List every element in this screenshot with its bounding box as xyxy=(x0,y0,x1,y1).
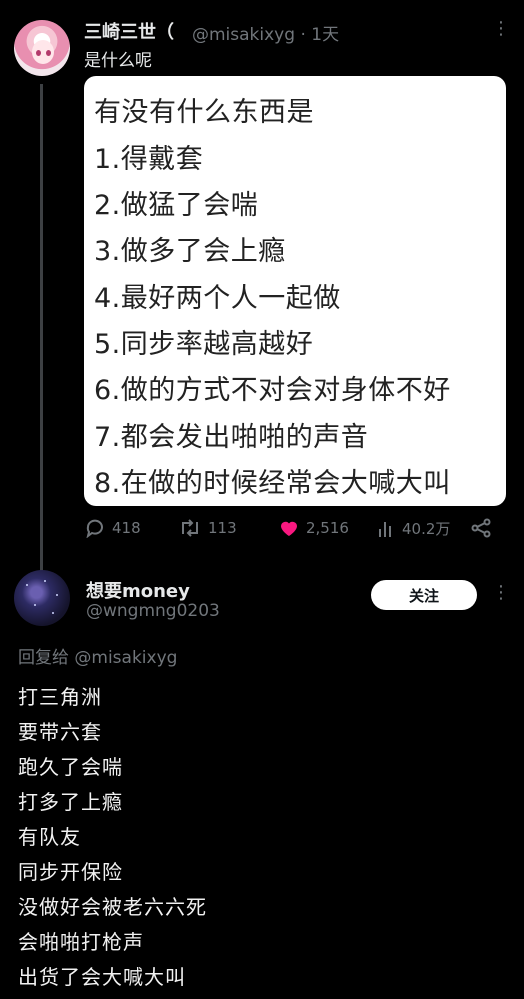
reply-count: 418 xyxy=(112,519,141,537)
reply-text-line: 会啪啪打枪声 xyxy=(18,930,144,954)
reply-author-name[interactable]: 想要money xyxy=(86,577,190,603)
image-text-line: 7.都会发出啪啪的声音 xyxy=(94,422,369,453)
reply-text-line: 打多了上瘾 xyxy=(18,790,123,814)
post-actions: 418 113 2,516 40.2万 xyxy=(84,518,494,544)
like-count: 2,516 xyxy=(306,519,349,537)
heart-icon xyxy=(281,521,297,536)
replying-to[interactable]: 回复给 @misakixyg xyxy=(18,643,177,668)
more-options-icon[interactable]: ⋮ xyxy=(492,18,510,39)
author-handle-time[interactable]: @misakixyg · 1天 xyxy=(192,20,339,45)
share-action[interactable] xyxy=(470,518,492,538)
repost-icon xyxy=(182,519,198,537)
repost-count: 113 xyxy=(208,519,237,537)
post-text: 是什么呢 xyxy=(84,51,152,71)
image-text-line: 4.最好两个人一起做 xyxy=(94,283,341,314)
image-text-line: 2.做猛了会喘 xyxy=(94,190,259,221)
reply-icon xyxy=(86,519,103,538)
thread-line xyxy=(40,84,43,574)
views-count: 40.2万 xyxy=(402,520,451,538)
views-action[interactable]: 40.2万 xyxy=(376,518,450,539)
image-text-line: 5.同步率越高越好 xyxy=(94,329,314,360)
reply-text-line: 没做好会被老六六死 xyxy=(18,895,207,919)
reply-text-line: 要带六套 xyxy=(18,720,102,744)
post-image[interactable]: 有没有什么东西是 1.得戴套 2.做猛了会喘 3.做多了会上瘾 4.最好两个人一… xyxy=(84,76,506,506)
like-action[interactable]: 2,516 xyxy=(278,518,349,538)
reply-more-options-icon[interactable]: ⋮ xyxy=(492,582,510,603)
image-text-line: 有没有什么东西是 xyxy=(94,97,314,128)
views-icon xyxy=(379,521,391,537)
author-avatar[interactable] xyxy=(14,20,70,76)
author-name[interactable]: 三崎三世（ xyxy=(84,18,174,44)
share-icon xyxy=(471,518,491,538)
reply-author-handle[interactable]: @wngmng0203 xyxy=(86,601,220,621)
reply-text-line: 跑久了会喘 xyxy=(18,755,123,779)
reply-text-line: 有队友 xyxy=(18,825,81,849)
image-text-line: 3.做多了会上瘾 xyxy=(94,236,286,267)
reply-action[interactable]: 418 xyxy=(84,518,141,538)
reply-text-line: 出货了会大喊大叫 xyxy=(18,965,186,989)
follow-button[interactable]: 关注 xyxy=(371,580,477,610)
image-text-line: 6.做的方式不对会对身体不好 xyxy=(94,375,451,406)
image-text-line: 1.得戴套 xyxy=(94,144,204,175)
image-text-line: 8.在做的时候经常会大喊大叫 xyxy=(94,468,451,499)
reply-text-line: 打三角洲 xyxy=(18,685,102,709)
repost-action[interactable]: 113 xyxy=(178,518,237,538)
reply-avatar[interactable] xyxy=(14,570,70,626)
reply-text-line: 同步开保险 xyxy=(18,860,123,884)
